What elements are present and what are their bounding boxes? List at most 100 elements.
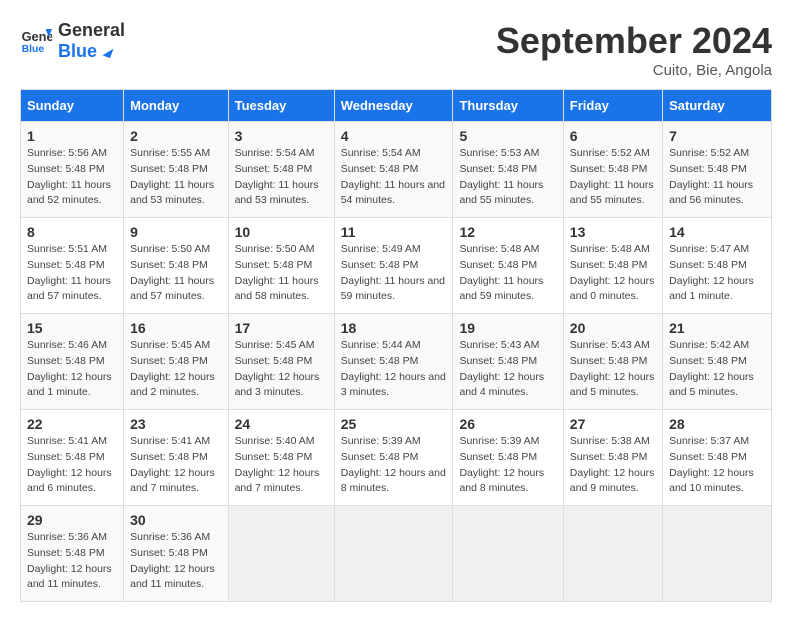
calendar-cell: 26 Sunrise: 5:39 AMSunset: 5:48 PMDayligh… bbox=[453, 410, 563, 506]
day-of-week-header: Thursday bbox=[453, 90, 563, 122]
calendar-cell bbox=[563, 506, 662, 602]
day-number: 22 bbox=[27, 416, 117, 432]
calendar-cell bbox=[453, 506, 563, 602]
day-number: 7 bbox=[669, 128, 765, 144]
calendar-cell: 3Sunrise: 5:54 AMSunset: 5:48 PMDaylight… bbox=[228, 122, 334, 218]
day-number: 23 bbox=[130, 416, 221, 432]
day-info: Sunrise: 5:50 AMSunset: 5:48 PMDaylight:… bbox=[235, 242, 328, 305]
day-number: 11 bbox=[341, 224, 447, 240]
day-info: Sunrise: 5:45 AMSunset: 5:48 PMDaylight:… bbox=[130, 338, 221, 401]
calendar-cell: 14Sunrise: 5:47 AMSunset: 5:48 PMDayligh… bbox=[663, 218, 772, 314]
day-number: 3 bbox=[235, 128, 328, 144]
day-number: 4 bbox=[341, 128, 447, 144]
day-info: Sunrise: 5:51 AMSunset: 5:48 PMDaylight:… bbox=[27, 242, 117, 305]
day-info: Sunrise: 5:49 AMSunset: 5:48 PMDaylight:… bbox=[341, 242, 447, 305]
day-number: 21 bbox=[669, 320, 765, 336]
day-number: 19 bbox=[459, 320, 556, 336]
calendar-cell: 7 Sunrise: 5:52 AMSunset: 5:48 PMDaylight… bbox=[663, 122, 772, 218]
title-area: September 2024 Cuito, Bie, Angola bbox=[496, 20, 772, 79]
day-info: Sunrise: 5:56 AMSunset: 5:48 PMDaylight:… bbox=[27, 146, 117, 209]
day-info: Sunrise: 5:48 AMSunset: 5:48 PMDaylight:… bbox=[570, 242, 656, 305]
day-of-week-header: Wednesday bbox=[334, 90, 453, 122]
day-info: Sunrise: 5:44 AMSunset: 5:48 PMDaylight:… bbox=[341, 338, 447, 401]
day-number: 18 bbox=[341, 320, 447, 336]
calendar-cell: 6 Sunrise: 5:52 AMSunset: 5:48 PMDaylight… bbox=[563, 122, 662, 218]
day-info: Sunrise: 5:52 AMSunset: 5:48 PMDaylight:… bbox=[570, 146, 656, 209]
day-info: Sunrise: 5:40 AMSunset: 5:48 PMDaylight:… bbox=[235, 434, 328, 497]
day-info: Sunrise: 5:48 AMSunset: 5:48 PMDaylight:… bbox=[459, 242, 556, 305]
logo: General Blue General Blue bbox=[20, 20, 125, 62]
day-of-week-header: Friday bbox=[563, 90, 662, 122]
calendar-cell: 2 Sunrise: 5:55 AMSunset: 5:48 PMDaylight… bbox=[124, 122, 228, 218]
logo-icon: General Blue bbox=[20, 25, 52, 57]
calendar-cell: 19Sunrise: 5:43 AMSunset: 5:48 PMDayligh… bbox=[453, 314, 563, 410]
day-number: 25 bbox=[341, 416, 447, 432]
calendar-cell: 9Sunrise: 5:50 AMSunset: 5:48 PMDaylight… bbox=[124, 218, 228, 314]
calendar-cell: 23 Sunrise: 5:41 AMSunset: 5:48 PMDayligh… bbox=[124, 410, 228, 506]
calendar-cell: 21 Sunrise: 5:42 AMSunset: 5:48 PMDayligh… bbox=[663, 314, 772, 410]
day-number: 12 bbox=[459, 224, 556, 240]
day-info: Sunrise: 5:47 AMSunset: 5:48 PMDaylight:… bbox=[669, 242, 765, 305]
calendar-cell: 12 Sunrise: 5:48 AMSunset: 5:48 PMDayligh… bbox=[453, 218, 563, 314]
calendar-cell: 4 Sunrise: 5:54 AMSunset: 5:48 PMDaylight… bbox=[334, 122, 453, 218]
day-number: 15 bbox=[27, 320, 117, 336]
day-info: Sunrise: 5:36 AMSunset: 5:48 PMDaylight:… bbox=[130, 530, 221, 593]
day-info: Sunrise: 5:55 AMSunset: 5:48 PMDaylight:… bbox=[130, 146, 221, 209]
calendar-week-row: 15 Sunrise: 5:46 AMSunset: 5:48 PMDayligh… bbox=[21, 314, 772, 410]
calendar-cell: 29 Sunrise: 5:36 AMSunset: 5:48 PMDayligh… bbox=[21, 506, 124, 602]
day-info: Sunrise: 5:54 AMSunset: 5:48 PMDaylight:… bbox=[341, 146, 447, 209]
day-info: Sunrise: 5:39 AMSunset: 5:48 PMDaylight:… bbox=[341, 434, 447, 497]
day-number: 17 bbox=[235, 320, 328, 336]
calendar-cell: 25 Sunrise: 5:39 AMSunset: 5:48 PMDayligh… bbox=[334, 410, 453, 506]
calendar-cell bbox=[663, 506, 772, 602]
day-number: 10 bbox=[235, 224, 328, 240]
month-title: September 2024 bbox=[496, 20, 772, 62]
calendar-cell: 16 Sunrise: 5:45 AMSunset: 5:48 PMDayligh… bbox=[124, 314, 228, 410]
day-number: 13 bbox=[570, 224, 656, 240]
day-info: Sunrise: 5:41 AMSunset: 5:48 PMDaylight:… bbox=[130, 434, 221, 497]
day-info: Sunrise: 5:52 AMSunset: 5:48 PMDaylight:… bbox=[669, 146, 765, 209]
day-number: 16 bbox=[130, 320, 221, 336]
calendar-cell bbox=[228, 506, 334, 602]
day-number: 26 bbox=[459, 416, 556, 432]
day-number: 2 bbox=[130, 128, 221, 144]
calendar-cell: 27 Sunrise: 5:38 AMSunset: 5:48 PMDayligh… bbox=[563, 410, 662, 506]
day-info: Sunrise: 5:53 AMSunset: 5:48 PMDaylight:… bbox=[459, 146, 556, 209]
calendar-week-row: 8 Sunrise: 5:51 AMSunset: 5:48 PMDaylight… bbox=[21, 218, 772, 314]
day-info: Sunrise: 5:50 AMSunset: 5:48 PMDaylight:… bbox=[130, 242, 221, 305]
calendar-cell: 15 Sunrise: 5:46 AMSunset: 5:48 PMDayligh… bbox=[21, 314, 124, 410]
svg-text:Blue: Blue bbox=[22, 44, 45, 55]
day-of-week-header: Tuesday bbox=[228, 90, 334, 122]
calendar-cell: 1 Sunrise: 5:56 AMSunset: 5:48 PMDaylight… bbox=[21, 122, 124, 218]
day-number: 29 bbox=[27, 512, 117, 528]
day-info: Sunrise: 5:37 AMSunset: 5:48 PMDaylight:… bbox=[669, 434, 765, 497]
day-info: Sunrise: 5:36 AMSunset: 5:48 PMDaylight:… bbox=[27, 530, 117, 593]
logo-blue: Blue bbox=[58, 41, 125, 62]
calendar-cell: 8 Sunrise: 5:51 AMSunset: 5:48 PMDaylight… bbox=[21, 218, 124, 314]
calendar-body: 1 Sunrise: 5:56 AMSunset: 5:48 PMDaylight… bbox=[21, 122, 772, 602]
calendar-cell: 28 Sunrise: 5:37 AMSunset: 5:48 PMDayligh… bbox=[663, 410, 772, 506]
calendar-cell: 30 Sunrise: 5:36 AMSunset: 5:48 PMDayligh… bbox=[124, 506, 228, 602]
day-number: 8 bbox=[27, 224, 117, 240]
day-number: 28 bbox=[669, 416, 765, 432]
day-info: Sunrise: 5:46 AMSunset: 5:48 PMDaylight:… bbox=[27, 338, 117, 401]
day-number: 1 bbox=[27, 128, 117, 144]
day-info: Sunrise: 5:39 AMSunset: 5:48 PMDaylight:… bbox=[459, 434, 556, 497]
day-number: 27 bbox=[570, 416, 656, 432]
calendar-week-row: 1 Sunrise: 5:56 AMSunset: 5:48 PMDaylight… bbox=[21, 122, 772, 218]
day-number: 30 bbox=[130, 512, 221, 528]
day-info: Sunrise: 5:42 AMSunset: 5:48 PMDaylight:… bbox=[669, 338, 765, 401]
calendar-cell: 17 Sunrise: 5:45 AMSunset: 5:48 PMDayligh… bbox=[228, 314, 334, 410]
calendar-cell: 5 Sunrise: 5:53 AMSunset: 5:48 PMDaylight… bbox=[453, 122, 563, 218]
day-number: 6 bbox=[570, 128, 656, 144]
calendar-header-row: SundayMondayTuesdayWednesdayThursdayFrid… bbox=[21, 90, 772, 122]
calendar-table: SundayMondayTuesdayWednesdayThursdayFrid… bbox=[20, 89, 772, 602]
day-info: Sunrise: 5:45 AMSunset: 5:48 PMDaylight:… bbox=[235, 338, 328, 401]
day-number: 5 bbox=[459, 128, 556, 144]
day-info: Sunrise: 5:38 AMSunset: 5:48 PMDaylight:… bbox=[570, 434, 656, 497]
calendar-week-row: 29 Sunrise: 5:36 AMSunset: 5:48 PMDayligh… bbox=[21, 506, 772, 602]
day-info: Sunrise: 5:43 AMSunset: 5:48 PMDaylight:… bbox=[570, 338, 656, 401]
calendar-cell: 18 Sunrise: 5:44 AMSunset: 5:48 PMDayligh… bbox=[334, 314, 453, 410]
calendar-cell bbox=[334, 506, 453, 602]
day-of-week-header: Saturday bbox=[663, 90, 772, 122]
